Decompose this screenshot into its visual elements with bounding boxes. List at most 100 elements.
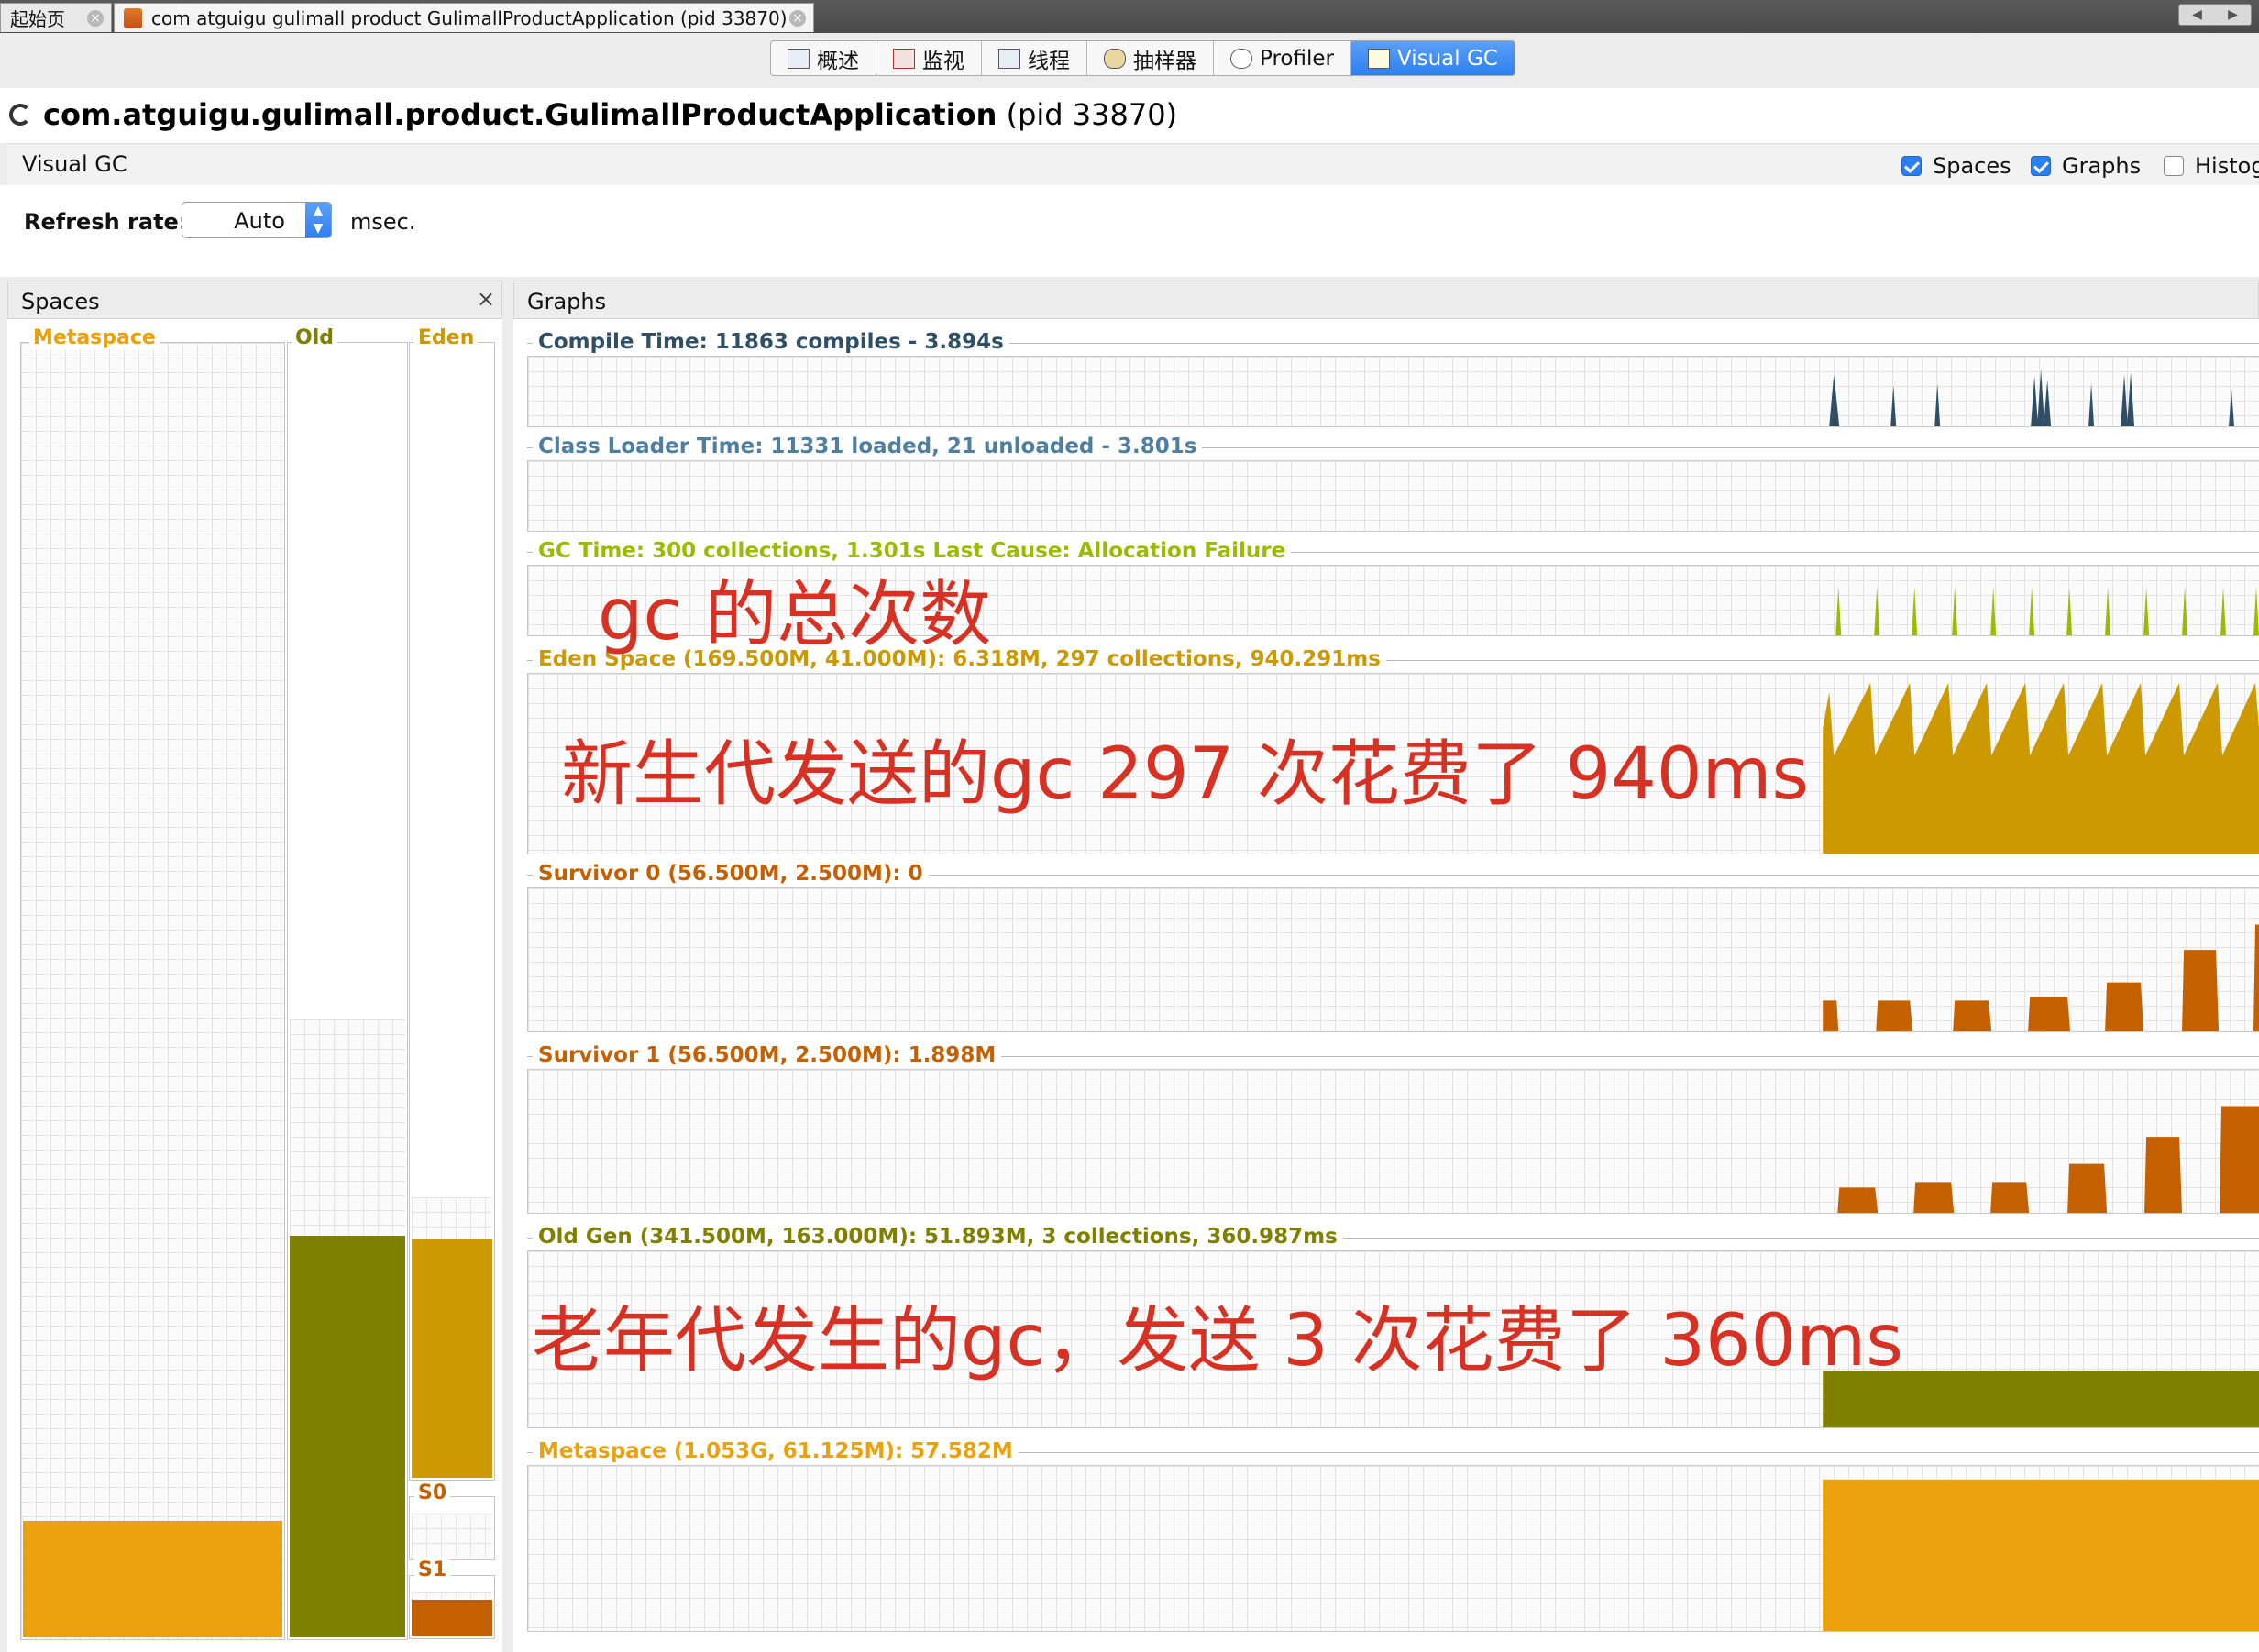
eden-space [409, 342, 495, 1481]
java-icon [124, 7, 142, 28]
gc-spike [1874, 587, 1880, 635]
close-icon[interactable]: × [87, 10, 104, 27]
tab-profiler[interactable]: Profiler [1214, 41, 1351, 75]
gc-spike [1912, 587, 1918, 635]
eden-usage-bar [412, 1239, 492, 1478]
tab-start-page[interactable]: 起始页 × [0, 3, 112, 32]
view-toolbar: 概述 监视 线程 抽样器 Profiler Visual GC [0, 33, 2259, 88]
tab-threads[interactable]: 线程 [982, 41, 1087, 75]
eden-label: Eden [414, 326, 479, 349]
checkbox-checked-icon[interactable] [1901, 156, 1922, 176]
visual-gc-icon [1367, 48, 1390, 69]
compile-spike [2121, 374, 2129, 426]
graph-plot [1837, 1106, 2259, 1213]
graph-title: Survivor 0 (56.500M, 2.500M): 0 [533, 862, 929, 886]
s1-usage-block [1990, 1182, 2030, 1213]
graphs-checkbox[interactable]: Graphs [2031, 153, 2141, 179]
graph-title: Metaspace (1.053G, 61.125M): 57.582M [533, 1439, 1019, 1463]
s1-label: S1 [414, 1558, 451, 1581]
compile-spike [1890, 385, 1897, 426]
gc-spike [2105, 587, 2111, 635]
graph-plot-area [527, 1465, 2259, 1632]
sampler-icon [1104, 48, 1126, 69]
close-icon[interactable]: × [789, 10, 806, 27]
gc-spike [2253, 587, 2259, 635]
compile-spike [2229, 389, 2235, 426]
refresh-rate-row: Refresh rate: Auto ▲ ▼ msec. [0, 185, 2259, 277]
compile-spike [2127, 372, 2135, 426]
old-usage-bar [290, 1236, 405, 1637]
tab-label: Visual GC [1396, 46, 1498, 71]
panel-title: Graphs [527, 289, 607, 314]
graph-plot-area [527, 356, 2259, 427]
refresh-rate-value: Auto [234, 208, 285, 234]
spaces-panel-header: Spaces [7, 281, 502, 319]
profiler-icon [1230, 48, 1252, 69]
tab-label: 起始页 [10, 8, 65, 30]
survivor-1-space [409, 1575, 495, 1639]
section-title: Visual GC [22, 151, 127, 177]
graph-title: Class Loader Time: 11331 loaded, 21 unlo… [533, 435, 1203, 458]
view-tabs: 概述 监视 线程 抽样器 Profiler Visual GC [770, 40, 1515, 76]
spaces-panel-body: Metaspace Old Eden S0 S1 [7, 319, 502, 1652]
tab-navigation-arrows[interactable]: ◀ ▶ [2178, 4, 2252, 26]
s1-usage-bar [412, 1600, 492, 1636]
metaspace-label: Metaspace [29, 326, 160, 349]
metaspace-graph: Metaspace (1.053G, 61.125M): 57.582M [527, 1439, 2259, 1632]
threads-icon [998, 48, 1020, 69]
checkbox-label: Spaces [1933, 153, 2011, 179]
s0-label: S0 [414, 1481, 451, 1504]
s0-usage-block [1953, 1000, 1992, 1031]
histogram-checkbox[interactable]: Histog [2164, 153, 2259, 179]
tab-monitor[interactable]: 监视 [876, 41, 982, 75]
graph-plot [1823, 1479, 2259, 1631]
compile-spike [1934, 383, 1941, 426]
close-icon[interactable]: × [477, 286, 495, 312]
eden-usage-area [1823, 682, 2259, 854]
old-label: Old [292, 326, 337, 349]
tab-application[interactable]: com atguigu gulimall product GulimallPro… [114, 3, 814, 32]
graph-plot-area [527, 887, 2259, 1032]
refresh-rate-unit: msec. [350, 209, 416, 235]
s0-usage-block [2253, 924, 2259, 1031]
class-loader-time-graph: Class Loader Time: 11331 loaded, 21 unlo… [527, 435, 2259, 532]
annotation-young-gc: 新生代发送的gc 297 次花费了 940ms [561, 733, 1810, 816]
chevron-up-down-icon[interactable]: ▲ ▼ [305, 203, 331, 237]
monitor-icon [893, 48, 915, 69]
gc-spike [1952, 587, 1958, 635]
overview-icon [788, 48, 810, 69]
s0-usage-block [2182, 950, 2220, 1031]
compile-spike [1829, 374, 1840, 426]
tab-visual-gc[interactable]: Visual GC [1350, 41, 1515, 75]
visual-gc-header: Visual GC Spaces Graphs Histog [7, 143, 2259, 187]
gc-spike [2066, 587, 2073, 635]
old-space [287, 342, 408, 1640]
checkbox-unchecked-icon[interactable] [2164, 156, 2184, 176]
s0-usage-block [2028, 997, 2071, 1031]
chevron-right-icon[interactable]: ▶ [2215, 5, 2251, 25]
tab-label: 监视 [922, 49, 964, 73]
tab-overview[interactable]: 概述 [771, 41, 876, 75]
chevron-left-icon[interactable]: ◀ [2179, 5, 2215, 25]
tab-sampler[interactable]: 抽样器 [1087, 41, 1214, 75]
refresh-rate-select[interactable]: Auto ▲ ▼ [182, 202, 332, 238]
s0-capacity-area [412, 1514, 492, 1558]
s0-usage-block [1823, 1000, 1839, 1031]
s0-usage-block [2105, 982, 2144, 1031]
s0-usage-block [1876, 1000, 1913, 1031]
spaces-checkbox[interactable]: Spaces [1901, 153, 2011, 179]
checkbox-label: Graphs [2062, 153, 2142, 179]
graph-plot [1823, 924, 2259, 1031]
s1-usage-block [1837, 1187, 1879, 1213]
app-pid: (pid 33870) [1006, 97, 1178, 132]
loading-spinner-icon [9, 104, 31, 126]
checkbox-checked-icon[interactable] [2031, 156, 2051, 176]
tab-label: 抽样器 [1133, 49, 1196, 73]
gc-spike [1990, 587, 1997, 635]
gc-spike [2220, 587, 2227, 635]
metaspace-usage-area [1823, 1479, 2259, 1631]
graph-title: Old Gen (341.500M, 163.000M): 51.893M, 3… [533, 1225, 1343, 1249]
app-name: com.atguigu.gulimall.product.GulimallPro… [43, 97, 997, 132]
metaspace-usage-bar [23, 1521, 282, 1637]
graphs-panel-header: Graphs [513, 281, 2259, 319]
